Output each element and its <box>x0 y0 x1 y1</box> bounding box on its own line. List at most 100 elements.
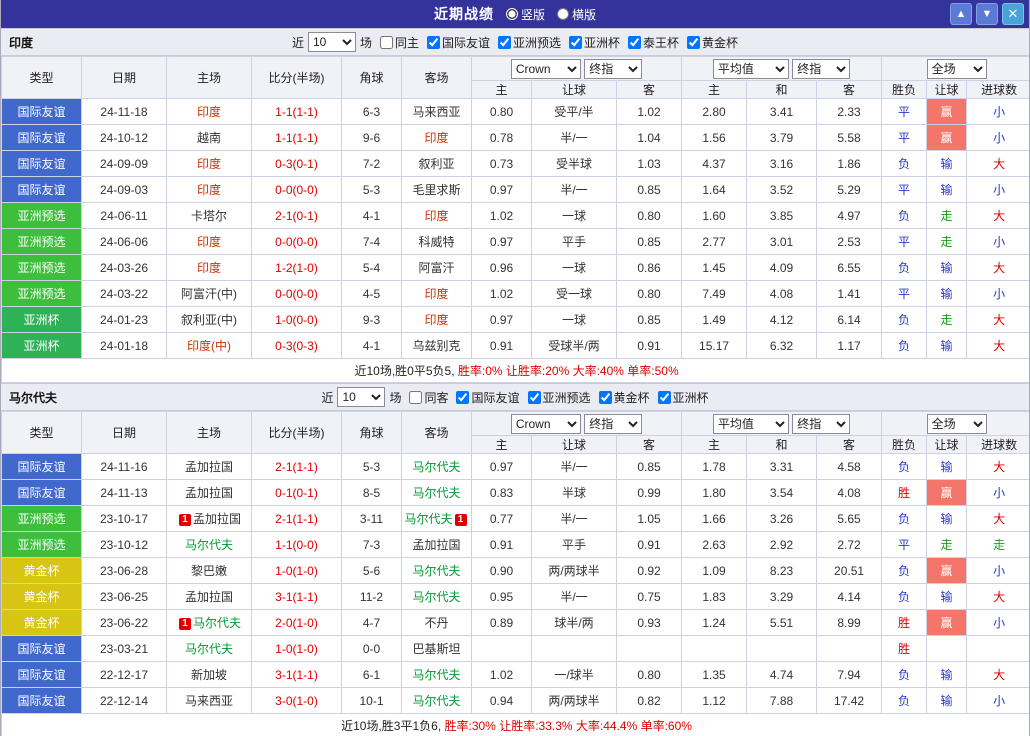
league-filter-friendly-checkbox[interactable] <box>427 36 440 49</box>
odds-final-select[interactable]: 终指 <box>584 414 642 434</box>
league-filter-asian-cup[interactable]: 亚洲杯 <box>658 389 709 406</box>
match-count-select[interactable]: 10 <box>308 32 356 52</box>
league-filter-asian-cup-checkbox[interactable] <box>569 36 582 49</box>
away-team: 印度 <box>402 281 472 307</box>
result-goals: 大 <box>967 151 1030 177</box>
summary-segment: 近10场,胜0平5负5, <box>354 364 457 378</box>
red-card-badge: 1 <box>179 618 191 630</box>
unit-label: 场 <box>389 389 401 406</box>
avg-draw: 3.16 <box>747 151 817 177</box>
league-filter-friendly[interactable]: 国际友谊 <box>456 389 519 406</box>
league-badge: 国际友谊 <box>2 125 82 151</box>
col-result: 胜负 <box>882 81 927 99</box>
odds-home: 1.02 <box>472 281 532 307</box>
avg-home: 2.80 <box>682 99 747 125</box>
league-filter-gold-cup-checkbox[interactable] <box>687 36 700 49</box>
summary-segment: 胜率:30% <box>445 719 496 733</box>
league-badge: 国际友谊 <box>2 480 82 506</box>
score: 3-1(1-1) <box>252 662 342 688</box>
avg-final-select[interactable]: 终指 <box>792 59 850 79</box>
corners: 6-3 <box>342 99 402 125</box>
same-away-filter[interactable]: 同客 <box>409 389 448 406</box>
avg-select[interactable]: 平均值 <box>713 414 789 434</box>
match-date: 24-11-16 <box>82 454 167 480</box>
score: 0-0(0-0) <box>252 281 342 307</box>
odds-company-select[interactable]: Crown <box>511 414 581 434</box>
league-filter-kings-cup-label: 泰王杯 <box>643 34 679 51</box>
avg-home: 1.60 <box>682 203 747 229</box>
odds-final-select[interactable]: 终指 <box>584 59 642 79</box>
same-home-checkbox[interactable] <box>380 36 393 49</box>
corners: 4-5 <box>342 281 402 307</box>
score: 0-0(0-0) <box>252 229 342 255</box>
scroll-up-button[interactable]: ▲ <box>950 3 972 25</box>
home-team: 越南 <box>167 125 252 151</box>
close-button[interactable]: ✕ <box>1002 3 1024 25</box>
league-filter-gold-cup[interactable]: 黄金杯 <box>687 34 738 51</box>
avg-away <box>817 636 882 662</box>
same-home-filter[interactable]: 同主 <box>380 34 419 51</box>
layout-vertical-radio[interactable]: 竖版 <box>506 6 545 23</box>
league-filter-asian-qual[interactable]: 亚洲预选 <box>498 34 561 51</box>
result-handicap: 输 <box>927 333 967 359</box>
league-filter-friendly[interactable]: 国际友谊 <box>427 34 490 51</box>
avg-home: 1.09 <box>682 558 747 584</box>
league-filter-asian-qual[interactable]: 亚洲预选 <box>528 389 591 406</box>
league-filter-asian-cup[interactable]: 亚洲杯 <box>569 34 620 51</box>
handicap-line: 半/一 <box>532 506 617 532</box>
match-row: 黄金杯23-06-221马尔代夫2-0(1-0)4-7不丹0.89球半/两0.9… <box>2 610 1030 636</box>
score: 0-0(0-0) <box>252 177 342 203</box>
league-filter-kings-cup[interactable]: 泰王杯 <box>628 34 679 51</box>
match-row: 亚洲杯24-01-23叙利亚(中)1-0(0-0)9-3印度0.97一球0.85… <box>2 307 1030 333</box>
league-filter-friendly-label: 国际友谊 <box>471 389 519 406</box>
layout-vertical-input[interactable] <box>506 8 518 20</box>
avg-final-select[interactable]: 终指 <box>792 414 850 434</box>
odds-company-select[interactable]: Crown <box>511 59 581 79</box>
avg-home: 2.63 <box>682 532 747 558</box>
layout-horizontal-input[interactable] <box>557 8 569 20</box>
away-team: 马尔代夫 <box>402 558 472 584</box>
away-team: 印度 <box>402 125 472 151</box>
score: 3-0(1-0) <box>252 688 342 714</box>
avg-home: 4.37 <box>682 151 747 177</box>
col-odds-away: 客 <box>617 81 682 99</box>
league-filter-asian-cup-checkbox[interactable] <box>658 391 671 404</box>
same-away-checkbox[interactable] <box>409 391 422 404</box>
league-filter-asian-qual-checkbox[interactable] <box>498 36 511 49</box>
avg-select[interactable]: 平均值 <box>713 59 789 79</box>
avg-away: 2.72 <box>817 532 882 558</box>
league-filter-friendly-checkbox[interactable] <box>456 391 469 404</box>
handicap-line: 两/两球半 <box>532 558 617 584</box>
scroll-down-button[interactable]: ▼ <box>976 3 998 25</box>
results-tbody-1: 国际友谊24-11-16孟加拉国2-1(1-1)5-3马尔代夫0.97半/一0.… <box>2 454 1030 714</box>
odds-away: 0.82 <box>617 688 682 714</box>
league-filter-asian-qual-checkbox[interactable] <box>528 391 541 404</box>
handicap-line: 半球 <box>532 480 617 506</box>
league-filter-gold-cup[interactable]: 黄金杯 <box>599 389 650 406</box>
match-count-select[interactable]: 10 <box>337 387 385 407</box>
odds-home: 0.91 <box>472 333 532 359</box>
league-filter-kings-cup-checkbox[interactable] <box>628 36 641 49</box>
fulltime-select[interactable]: 全场 <box>927 59 987 79</box>
fulltime-select[interactable]: 全场 <box>927 414 987 434</box>
col-home: 主场 <box>167 412 252 454</box>
corners: 9-3 <box>342 307 402 333</box>
away-team: 马尔代夫 <box>402 454 472 480</box>
corners: 7-4 <box>342 229 402 255</box>
home-team: 孟加拉国 <box>167 584 252 610</box>
odds-away: 0.80 <box>617 203 682 229</box>
match-row: 亚洲预选24-03-26印度1-2(1-0)5-4阿富汗0.96一球0.861.… <box>2 255 1030 281</box>
result-outcome: 负 <box>882 558 927 584</box>
league-badge: 国际友谊 <box>2 454 82 480</box>
layout-horizontal-radio[interactable]: 横版 <box>557 6 596 23</box>
match-row: 国际友谊24-09-09印度0-3(0-1)7-2叙利亚0.73受半球1.034… <box>2 151 1030 177</box>
odds-away: 1.02 <box>617 99 682 125</box>
col-goals-result: 进球数 <box>967 81 1030 99</box>
odds-home: 1.02 <box>472 662 532 688</box>
handicap-line: 受平/半 <box>532 99 617 125</box>
result-outcome: 负 <box>882 307 927 333</box>
league-filter-gold-cup-checkbox[interactable] <box>599 391 612 404</box>
result-outcome: 负 <box>882 454 927 480</box>
avg-home: 1.80 <box>682 480 747 506</box>
section-title-india: 印度 <box>9 34 33 51</box>
